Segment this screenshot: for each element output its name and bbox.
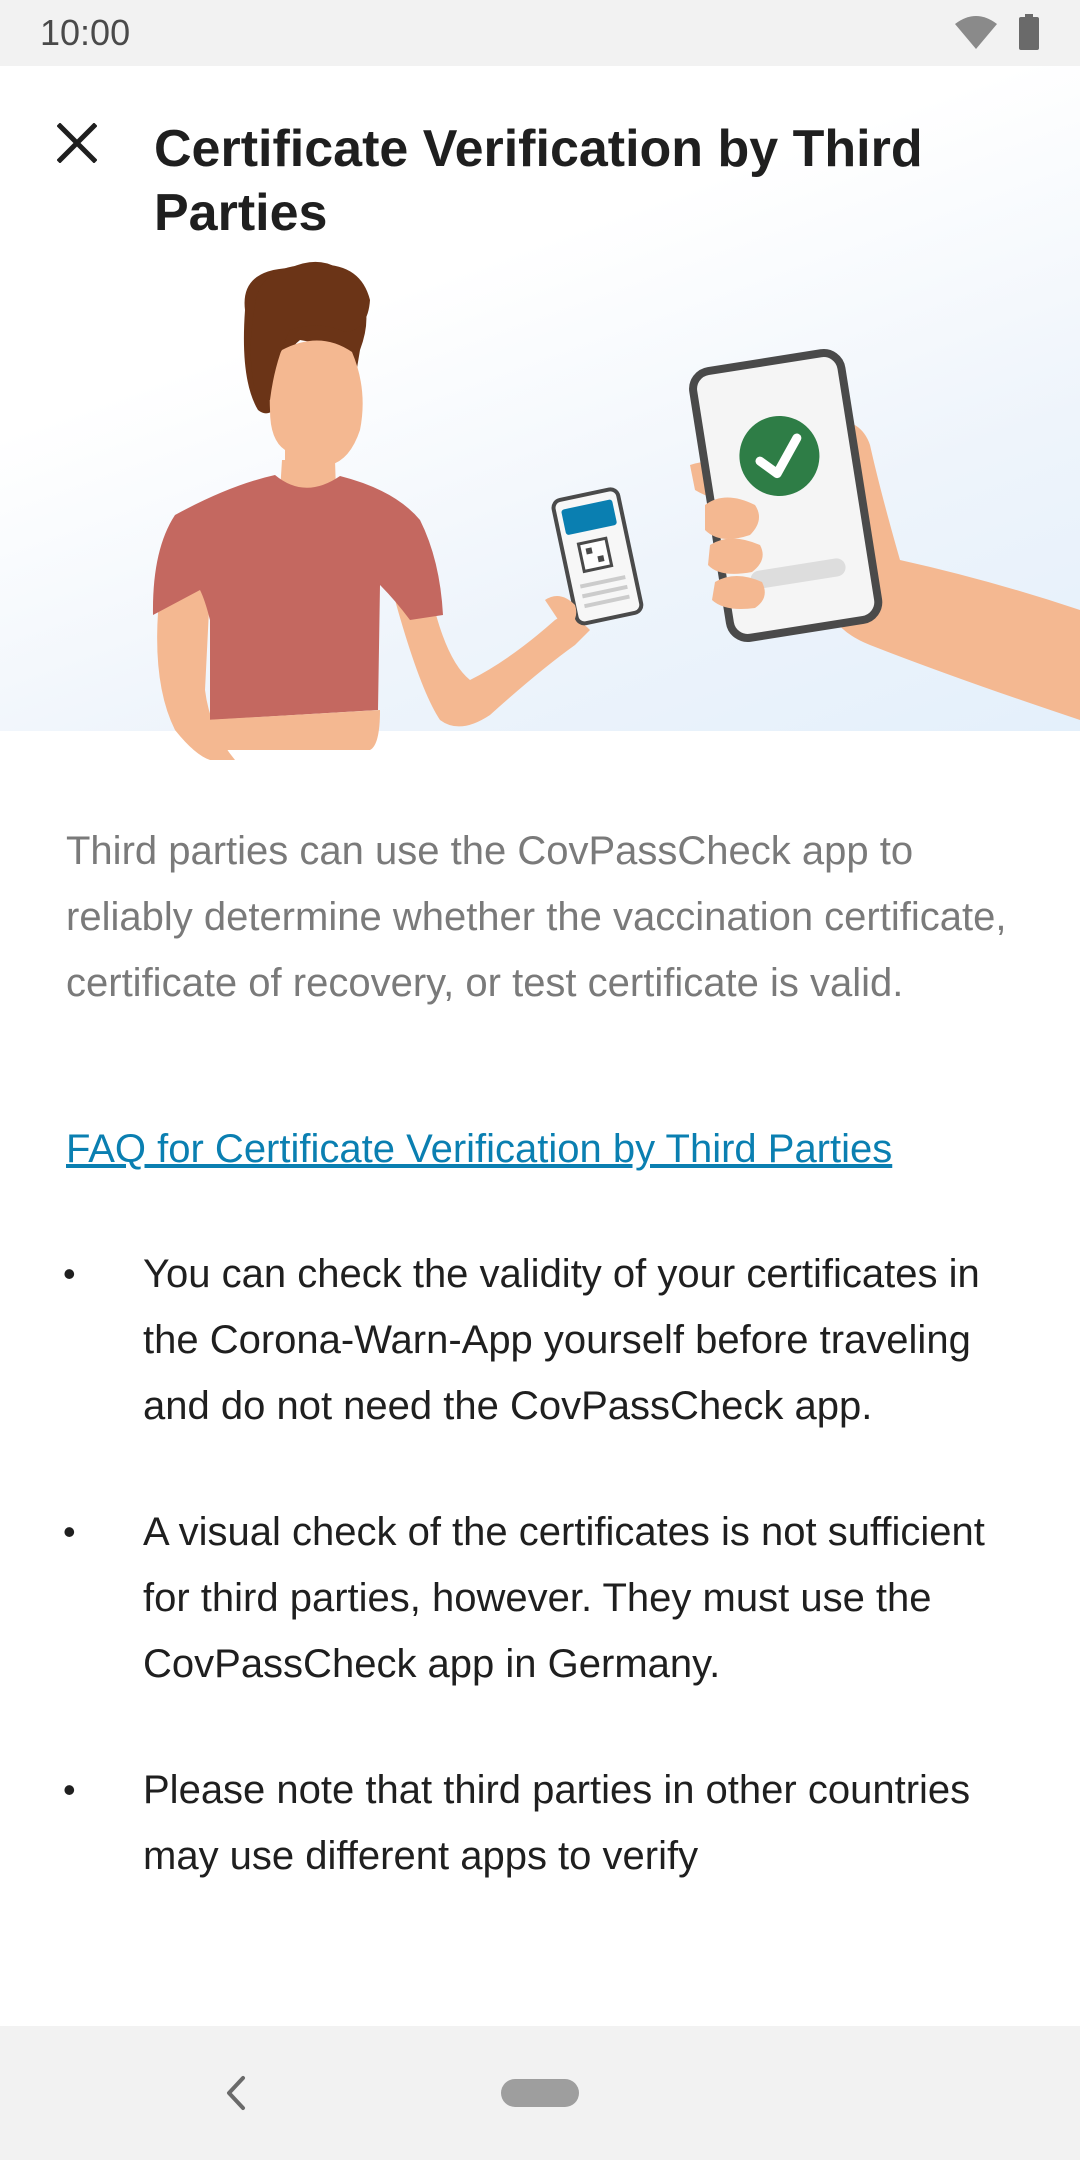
bullet-item: • Please note that third parties in othe…	[0, 1757, 1080, 1889]
verification-illustration	[152, 261, 1080, 760]
status-time: 10:00	[40, 12, 131, 53]
navigation-bar	[0, 2026, 1080, 2160]
close-button[interactable]	[40, 106, 114, 180]
home-pill[interactable]	[501, 2079, 579, 2107]
bullet-text: A visual check of the certificates is no…	[143, 1510, 985, 1686]
bullet-item: • You can check the validity of your cer…	[0, 1241, 1080, 1439]
bullet-text: Please note that third parties in other …	[143, 1768, 971, 1878]
verifier-phone-illustration	[689, 349, 1080, 720]
faq-link[interactable]: FAQ for Certificate Verification by Thir…	[66, 1116, 892, 1182]
back-chevron-icon[interactable]	[215, 2066, 259, 2120]
close-icon	[57, 123, 97, 163]
person-illustration	[152, 261, 644, 760]
bullet-dot-icon: •	[63, 1769, 76, 1810]
bullet-dot-icon: •	[63, 1511, 76, 1552]
page-title: Certificate Verification by Third Partie…	[154, 119, 923, 242]
screen: 10:00 Certificate Verification by Third …	[0, 0, 1080, 2160]
wifi-icon	[955, 16, 997, 49]
info-bullet-list: • You can check the validity of your cer…	[0, 1241, 1080, 1949]
status-bar: 10:00	[0, 0, 1080, 66]
intro-text: Third parties can use the CovPassCheck a…	[66, 829, 1007, 1005]
bullet-item: • A visual check of the certificates is …	[0, 1499, 1080, 1697]
battery-icon	[1019, 14, 1039, 50]
bullet-dot-icon: •	[63, 1253, 76, 1294]
bullet-text: You can check the validity of your certi…	[143, 1252, 980, 1428]
